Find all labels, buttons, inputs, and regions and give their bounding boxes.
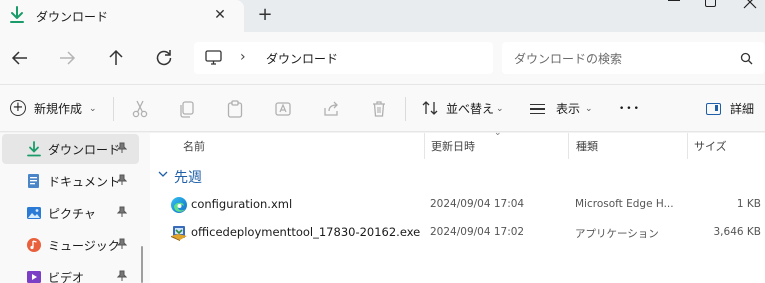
group-label: 先週 [174,170,202,186]
sidebar-item-downloads[interactable]: ダウンロード [2,134,139,164]
file-date: 2024/09/04 17:02 [430,226,525,238]
tab-downloads[interactable]: ダウンロード ✕ [0,0,244,32]
pin-icon[interactable] [116,142,128,154]
arrow-left-icon[interactable] [8,46,32,70]
sort-button[interactable]: 並べ替え ⌄ [421,99,509,119]
file-name: officedeploymenttool_17830-20162.exe [191,225,421,239]
file-date: 2024/09/04 17:04 [430,198,525,210]
more-options-button[interactable]: ••• [619,93,641,114]
file-size: 3,646 KB [713,226,762,238]
breadcrumb[interactable]: ダウンロード [266,50,338,67]
new-button[interactable]: + 新規作成 ⌄ [10,99,102,119]
sidebar-item-label: ミュージック [48,239,120,253]
maximize-button[interactable] [690,0,734,14]
chevron-down-icon: ⌄ [585,104,593,114]
details-pane-icon [706,103,721,115]
chevron-down-icon [158,169,168,182]
download-folder-icon [9,6,25,24]
chevron-down-icon: ⌄ [496,104,504,114]
tab-title: ダウンロード [36,10,109,24]
delete-icon[interactable] [370,99,388,119]
installer-icon [170,224,188,242]
refresh-icon[interactable] [152,46,176,70]
column-header-row: 名前 ⌄ 更新日時 種類 サイズ [150,128,765,159]
view-label: 表示 [556,102,581,116]
navigation-bar: › ダウンロード ダウンロードの検索 [0,32,765,84]
cut-icon[interactable] [131,99,149,119]
column-resize-handle[interactable] [424,133,425,159]
file-name: configuration.xml [191,197,293,211]
pin-icon[interactable] [116,238,128,250]
column-header-type[interactable]: 種類 [576,138,598,154]
view-lines-icon [530,104,545,114]
file-size: 1 KB [736,198,761,210]
sidebar-item-label: ダウンロード [48,143,121,157]
sidebar-item-label: ビデオ [48,271,85,283]
details-pane-button[interactable]: 詳細 [706,99,760,119]
plus-icon[interactable]: + [254,4,276,26]
copy-icon[interactable] [178,99,196,119]
sidebar-item-label: ドキュメント [48,175,121,189]
column-resize-handle[interactable] [568,133,569,159]
edge-icon [170,196,188,214]
column-header-size[interactable]: サイズ [694,138,727,154]
view-button[interactable]: 表示 ⌄ [530,99,598,119]
document-icon [26,173,42,189]
close-icon[interactable]: ✕ [212,6,228,24]
file-list: 名前 ⌄ 更新日時 種類 サイズ 先週 configuration.xml 20… [150,128,765,283]
command-bar: + 新規作成 ⌄ 並べ替え ⌄ 表示 ⌄ ••• 詳細 [0,84,765,132]
details-label: 詳細 [730,102,755,116]
pin-icon[interactable] [116,270,128,282]
table-row[interactable]: configuration.xml 2024/09/04 17:04 Micro… [150,191,765,219]
ellipsis-icon: ••• [619,104,641,114]
sort-icon [421,99,439,122]
this-pc-icon [205,50,222,66]
search-icon[interactable] [740,52,753,65]
rename-icon[interactable] [274,99,292,119]
sidebar-item-videos[interactable]: ビデオ [0,262,140,283]
column-header-name[interactable]: 名前 [183,138,205,154]
search-input[interactable]: ダウンロードの検索 [502,42,765,74]
sort-caret-icon: ⌄ [494,128,502,138]
navigation-pane: ダウンロード ドキュメント ピクチャ ミュージック ビデオ [0,133,150,283]
chevron-down-icon: ⌄ [89,104,97,114]
search-placeholder: ダウンロードの検索 [514,52,623,66]
arrow-up-icon[interactable] [104,46,128,70]
divider [405,97,406,121]
plus-circle-icon: + [10,100,26,116]
arrow-right-icon[interactable] [55,46,79,70]
title-bar: ダウンロード ✕ + [0,0,765,32]
new-label: 新規作成 [34,102,83,116]
file-type: アプリケーション [575,228,659,240]
divider [113,97,114,121]
paste-icon[interactable] [226,99,244,119]
close-window-button[interactable] [735,0,765,14]
table-row[interactable]: officedeploymenttool_17830-20162.exe 202… [150,219,765,247]
sidebar-item-music[interactable]: ミュージック [0,230,140,260]
pin-icon[interactable] [116,174,128,186]
download-icon [26,141,42,157]
column-header-date[interactable]: 更新日時 [431,138,475,154]
address-bar[interactable]: › ダウンロード [194,42,493,74]
pictures-icon [26,205,42,221]
sort-label: 並べ替え [446,102,495,116]
music-icon [26,237,42,253]
video-icon [26,269,42,283]
share-icon[interactable] [322,99,340,119]
sidebar-scrollbar[interactable] [141,246,143,283]
chevron-right-icon[interactable]: › [240,49,246,65]
pin-icon[interactable] [116,206,128,218]
sidebar-item-label: ピクチャ [48,207,96,221]
sidebar-item-documents[interactable]: ドキュメント [0,166,140,196]
sidebar-item-pictures[interactable]: ピクチャ [0,198,140,228]
column-resize-handle[interactable] [687,133,688,159]
file-type: Microsoft Edge H... [575,198,674,210]
